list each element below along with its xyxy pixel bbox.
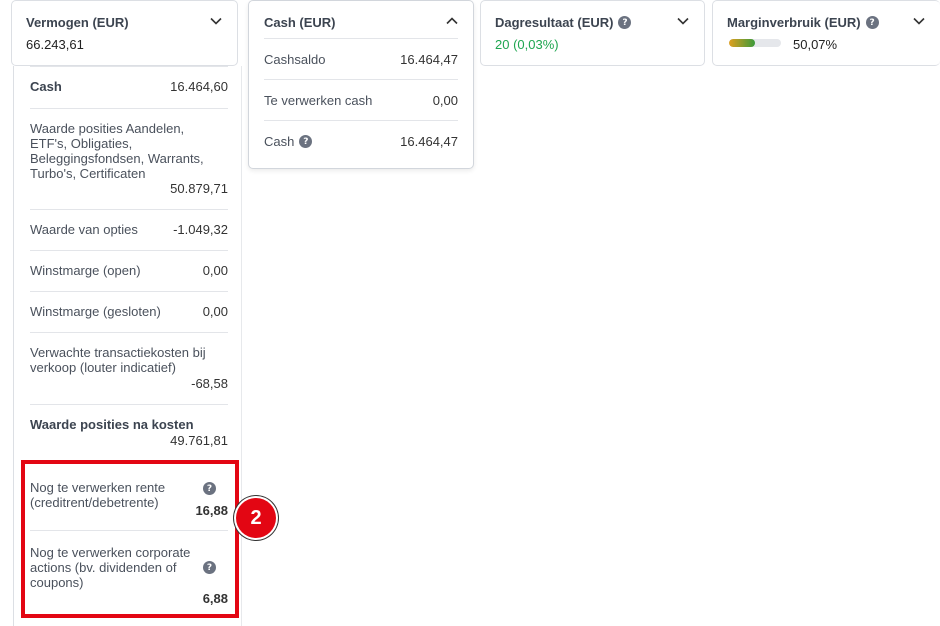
chevron-down-icon[interactable] (912, 14, 926, 28)
help-icon[interactable]: ? (299, 135, 313, 148)
vermogen-card[interactable]: Vermogen (EUR) 66.243,61 (11, 0, 238, 66)
detail-value: -68,58 (191, 376, 228, 391)
help-icon[interactable]: ? (203, 482, 216, 495)
detail-row-winstmarge-gesloten: Winstmarge (gesloten) 0,00 (30, 291, 228, 332)
detail-row-winstmarge-open: Winstmarge (open) 0,00 (30, 250, 228, 291)
cash-title: Cash (EUR) (264, 15, 336, 30)
detail-row-corporate-actions: Nog te verwerken corporate actions (bv. … (30, 530, 228, 610)
detail-value: 50.879,71 (170, 181, 228, 196)
cash-row-cash: Cash? 16.464,47 (264, 120, 458, 160)
cash-row-te-verwerken: Te verwerken cash 0,00 (264, 79, 458, 119)
detail-row-cash: Cash 16.464,60 (30, 66, 228, 108)
dagresultaat-value: 20 (0,03%) (495, 37, 559, 52)
detail-value: -1.049,32 (173, 222, 228, 237)
cash-row-label: Cash (264, 134, 295, 149)
detail-value: 0,00 (202, 304, 228, 319)
vermogen-value: 66.243,61 (26, 37, 84, 52)
help-icon[interactable]: ? (203, 561, 216, 574)
cash-row-label: Cashsaldo (264, 52, 326, 67)
margin-usage-bar (729, 39, 781, 47)
chevron-down-icon[interactable] (209, 14, 223, 28)
vermogen-title: Vermogen (EUR) (26, 15, 129, 30)
vermogen-details-panel: Cash 16.464,60 Waarde posities Aandelen,… (13, 66, 241, 626)
detail-label: Waarde van opties (30, 222, 138, 237)
detail-label: Waarde posities na kosten (30, 417, 194, 432)
detail-value: 16.464,60 (170, 79, 228, 94)
margin-value: 50,07% (793, 37, 838, 52)
margin-title: Marginverbruik (EUR) (727, 15, 861, 30)
dagresultaat-title: Dagresultaat (EUR) (495, 15, 614, 30)
detail-row-rente: Nog te verwerken rente (creditrent/debet… (30, 462, 228, 530)
cash-row-value: 16.464,47 (400, 52, 458, 67)
cash-row-label: Te verwerken cash (264, 93, 373, 108)
cash-card-expanded[interactable]: Cash (EUR) Cashsaldo 16.464,47 Te verwer… (248, 0, 474, 169)
margin-usage-fill (729, 39, 756, 47)
detail-value: 16,88 (195, 503, 228, 518)
help-icon[interactable]: ? (865, 16, 879, 29)
detail-label: Winstmarge (open) (30, 263, 141, 278)
detail-label: Nog te verwerken corporate actions (bv. … (30, 545, 191, 590)
cash-row-value: 0,00 (432, 93, 458, 108)
detail-value: 6,88 (202, 591, 228, 606)
dagresultaat-card[interactable]: Dagresultaat (EUR) ? 20 (0,03%) (480, 0, 705, 66)
cash-row-cashsaldo: Cashsaldo 16.464,47 (264, 38, 458, 78)
detail-value: 0,00 (202, 263, 228, 278)
cash-row-value: 16.464,47 (400, 134, 458, 149)
chevron-up-icon[interactable] (445, 14, 459, 28)
detail-label: Verwachte transactiekosten bij verkoop (… (30, 345, 206, 375)
help-icon[interactable]: ? (618, 16, 632, 29)
detail-label: Cash (30, 79, 62, 94)
detail-label: Nog te verwerken rente (creditrent/debet… (30, 480, 166, 510)
detail-row-transactiekosten: Verwachte transactiekosten bij verkoop (… (30, 332, 228, 404)
detail-label: Winstmarge (gesloten) (30, 304, 161, 319)
detail-row-opties: Waarde van opties -1.049,32 (30, 209, 228, 250)
chevron-down-icon[interactable] (676, 14, 690, 28)
detail-row-posities: Waarde posities Aandelen, ETF's, Obligat… (30, 108, 228, 209)
detail-label: Waarde posities Aandelen, ETF's, Obligat… (30, 121, 204, 181)
margin-card[interactable]: Marginverbruik (EUR) ? 50,07% (712, 0, 940, 66)
step-marker: 2 (236, 498, 276, 538)
detail-value: 49.761,81 (170, 433, 228, 448)
detail-row-na-kosten: Waarde posities na kosten 49.761,81 (30, 404, 228, 462)
